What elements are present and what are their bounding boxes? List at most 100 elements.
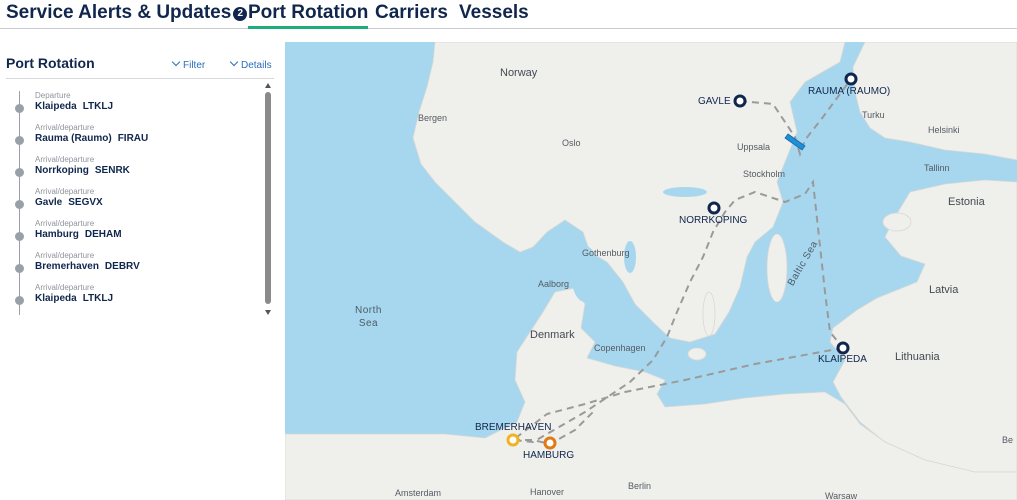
scroll-down-arrow-icon[interactable] bbox=[265, 310, 271, 315]
stop-port-code: SENRK bbox=[94, 165, 130, 176]
rotation-stop[interactable]: Arrival/departure Rauma (Raumo) FIRAU bbox=[0, 123, 260, 155]
stop-port-code: FIRAU bbox=[117, 133, 149, 144]
stop-type: Arrival/departure bbox=[35, 283, 95, 292]
stop-port: Norrkoping SENRK bbox=[35, 165, 130, 176]
port-label-bremerhaven[interactable]: BREMERHAVEN bbox=[475, 422, 552, 433]
map-label-lithuania: Lithuania bbox=[895, 351, 940, 363]
timeline-dot-icon bbox=[15, 104, 24, 113]
map-label-berlin: Berlin bbox=[628, 481, 652, 491]
port-rotation-panel: Port Rotation Filter Details Departure K… bbox=[0, 41, 280, 500]
chevron-down-icon bbox=[229, 57, 239, 67]
map-label-turku: Turku bbox=[862, 110, 885, 120]
map-label-denmark: Denmark bbox=[530, 329, 575, 341]
map-label-north-sea-line-2: Sea bbox=[358, 318, 379, 329]
tab-bar: Service Alerts & Updates 2 Port Rotation … bbox=[0, 0, 1017, 29]
stop-type: Departure bbox=[35, 91, 71, 100]
details-label: Details bbox=[241, 60, 272, 71]
port-label-hamburg[interactable]: HAMBURG bbox=[523, 450, 574, 461]
map-label-amsterdam: Amsterdam bbox=[395, 488, 442, 498]
stop-port: Hamburg DEHAM bbox=[35, 229, 122, 240]
stop-port: Rauma (Raumo) FIRAU bbox=[35, 133, 148, 144]
map-label-north-sea-line-1: North bbox=[355, 305, 382, 316]
stop-port: Klaipeda LTKLJ bbox=[35, 293, 113, 304]
stop-port-code: SEGVX bbox=[68, 197, 103, 208]
tab-carriers[interactable]: Carriers bbox=[375, 2, 448, 29]
scroll-up-arrow-icon[interactable] bbox=[265, 83, 271, 88]
map-label-stockholm: Stockholm bbox=[743, 169, 786, 179]
alerts-count-badge: 2 bbox=[233, 7, 248, 21]
stop-port-name: Gavle bbox=[35, 197, 63, 208]
oland-island bbox=[702, 291, 716, 337]
timeline-dot-icon bbox=[15, 136, 24, 145]
port-label-norrkoping[interactable]: NORRKOPING bbox=[679, 215, 747, 226]
map-label-warsaw: Warsaw bbox=[825, 491, 858, 500]
port-marker-klaipeda[interactable] bbox=[836, 341, 850, 355]
timeline-dot-icon bbox=[15, 296, 24, 305]
port-marker-bremerhaven[interactable] bbox=[506, 433, 520, 447]
rotation-stop[interactable]: Departure Klaipeda LTKLJ bbox=[0, 91, 260, 123]
stop-port-code: DEBRV bbox=[104, 261, 140, 272]
port-marker-norrkoping[interactable] bbox=[707, 201, 721, 215]
stop-port: Bremerhaven DEBRV bbox=[35, 261, 140, 272]
tab-vessels[interactable]: Vessels bbox=[459, 2, 529, 29]
map-label-copenhagen: Copenhagen bbox=[594, 343, 646, 353]
stop-port-code: DEHAM bbox=[84, 229, 122, 240]
stop-port-name: Norrkoping bbox=[35, 165, 89, 176]
panel-divider bbox=[6, 78, 274, 79]
map-label-north-sea: North Sea bbox=[355, 304, 382, 330]
panel-scrollbar[interactable] bbox=[265, 83, 271, 316]
stop-port-code: LTKLJ bbox=[82, 293, 114, 304]
stop-port-name: Bremerhaven bbox=[35, 261, 99, 272]
rotation-stop[interactable]: Arrival/departure Norrkoping SENRK bbox=[0, 155, 260, 187]
stop-port: Klaipeda LTKLJ bbox=[35, 101, 113, 112]
route-map[interactable]: Norway Bergen Oslo Uppsala Stockholm Tur… bbox=[285, 42, 1017, 500]
map-label-tallinn: Tallinn bbox=[924, 163, 950, 173]
map-label-be: Be bbox=[1002, 435, 1014, 445]
map-label-latvia: Latvia bbox=[929, 284, 959, 296]
rotation-stop[interactable]: Arrival/departure Hamburg DEHAM bbox=[0, 219, 260, 251]
port-label-klaipeda[interactable]: KLAIPEDA bbox=[818, 354, 867, 365]
timeline-dot-icon bbox=[15, 264, 24, 273]
map-label-aalborg: Aalborg bbox=[538, 279, 570, 289]
stop-type: Arrival/departure bbox=[35, 123, 95, 132]
port-label-rauma[interactable]: RAUMA (RAUMO) bbox=[808, 86, 890, 97]
stop-type: Arrival/departure bbox=[35, 219, 95, 228]
chevron-down-icon bbox=[171, 57, 181, 67]
port-marker-gavle[interactable] bbox=[733, 94, 747, 108]
details-button[interactable]: Details bbox=[229, 57, 272, 71]
stop-port-name: Klaipeda bbox=[35, 293, 77, 304]
rotation-stop[interactable]: Arrival/departure Gavle SEGVX bbox=[0, 187, 260, 219]
tab-port-rotation[interactable]: Port Rotation bbox=[248, 2, 369, 29]
scrollbar-thumb[interactable] bbox=[265, 92, 271, 304]
stop-port-name: Hamburg bbox=[35, 229, 79, 240]
filter-button[interactable]: Filter bbox=[171, 57, 206, 71]
map-label-estonia: Estonia bbox=[948, 196, 985, 208]
stop-port-code: LTKLJ bbox=[82, 101, 114, 112]
stop-type: Arrival/departure bbox=[35, 155, 95, 164]
map-label-hanover: Hanover bbox=[530, 487, 565, 497]
timeline-dot-icon bbox=[15, 168, 24, 177]
stop-port: Gavle SEGVX bbox=[35, 197, 103, 208]
port-marker-rauma[interactable] bbox=[844, 72, 858, 86]
tab-service-alerts-label: Service Alerts & Updates bbox=[6, 2, 232, 23]
map-label-bergen: Bergen bbox=[418, 113, 448, 123]
filter-label: Filter bbox=[183, 60, 206, 71]
map-canvas bbox=[285, 42, 1017, 500]
saaremaa-island bbox=[882, 212, 912, 232]
stop-port-name: Rauma (Raumo) bbox=[35, 133, 112, 144]
port-label-gavle[interactable]: GAVLE bbox=[698, 96, 731, 107]
rotation-stop[interactable]: Arrival/departure Klaipeda LTKLJ bbox=[0, 283, 260, 315]
map-label-oslo: Oslo bbox=[562, 138, 581, 148]
tab-service-alerts[interactable]: Service Alerts & Updates 2 bbox=[6, 2, 248, 29]
stop-type: Arrival/departure bbox=[35, 251, 95, 260]
port-marker-hamburg[interactable] bbox=[543, 436, 557, 450]
gotland-island bbox=[766, 233, 788, 303]
stop-port-name: Klaipeda bbox=[35, 101, 77, 112]
panel-title: Port Rotation bbox=[6, 55, 95, 71]
map-label-norway: Norway bbox=[500, 67, 538, 79]
lake-malaren bbox=[663, 187, 707, 197]
map-label-gothenburg: Gothenburg bbox=[582, 248, 630, 258]
rotation-stop[interactable]: Arrival/departure Bremerhaven DEBRV bbox=[0, 251, 260, 283]
timeline-dot-icon bbox=[15, 200, 24, 209]
stop-type: Arrival/departure bbox=[35, 187, 95, 196]
